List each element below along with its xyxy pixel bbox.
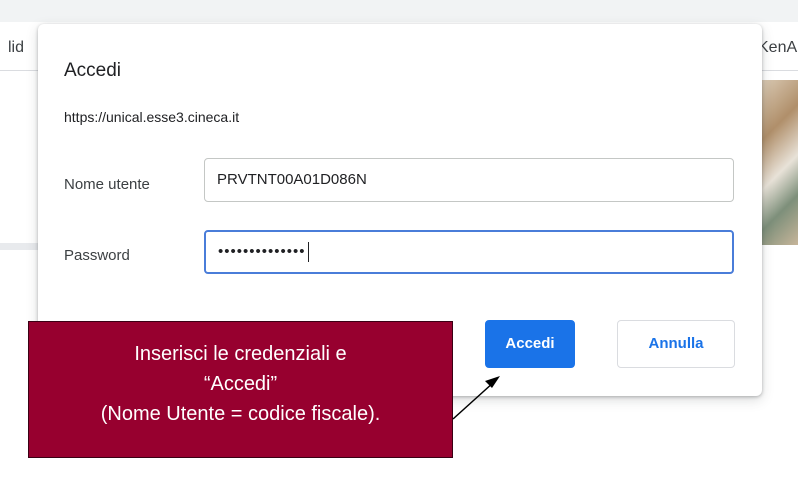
instruction-callout: Inserisci le credenziali e “Accedi” (Nom…	[28, 321, 453, 458]
submit-button[interactable]: Accedi	[485, 320, 575, 368]
background-image	[762, 80, 798, 245]
username-label: Nome utente	[64, 176, 150, 193]
cancel-button[interactable]: Annulla	[617, 320, 735, 368]
callout-line-2: “Accedi”	[203, 373, 278, 395]
password-input[interactable]: ••••••••••••••	[204, 230, 734, 274]
background-tab-text-left: lid	[8, 39, 25, 56]
text-caret	[307, 242, 309, 263]
browser-top-bar	[0, 0, 798, 22]
background-tab-text-right: KenA	[758, 39, 798, 56]
username-input[interactable]: PRVTNT00A01D086N	[204, 158, 734, 202]
username-value: PRVTNT00A01D086N	[217, 171, 367, 188]
dialog-title: Accedi	[64, 60, 122, 81]
callout-line-3: (Nome Utente = codice fiscale).	[100, 403, 381, 425]
password-label: Password	[64, 247, 130, 264]
dialog-url: https://unical.esse3.cineca.it	[64, 109, 240, 125]
password-value: ••••••••••••••	[218, 243, 306, 260]
callout-line-1: Inserisci le credenziali e	[134, 343, 347, 365]
background-divider	[0, 243, 40, 250]
